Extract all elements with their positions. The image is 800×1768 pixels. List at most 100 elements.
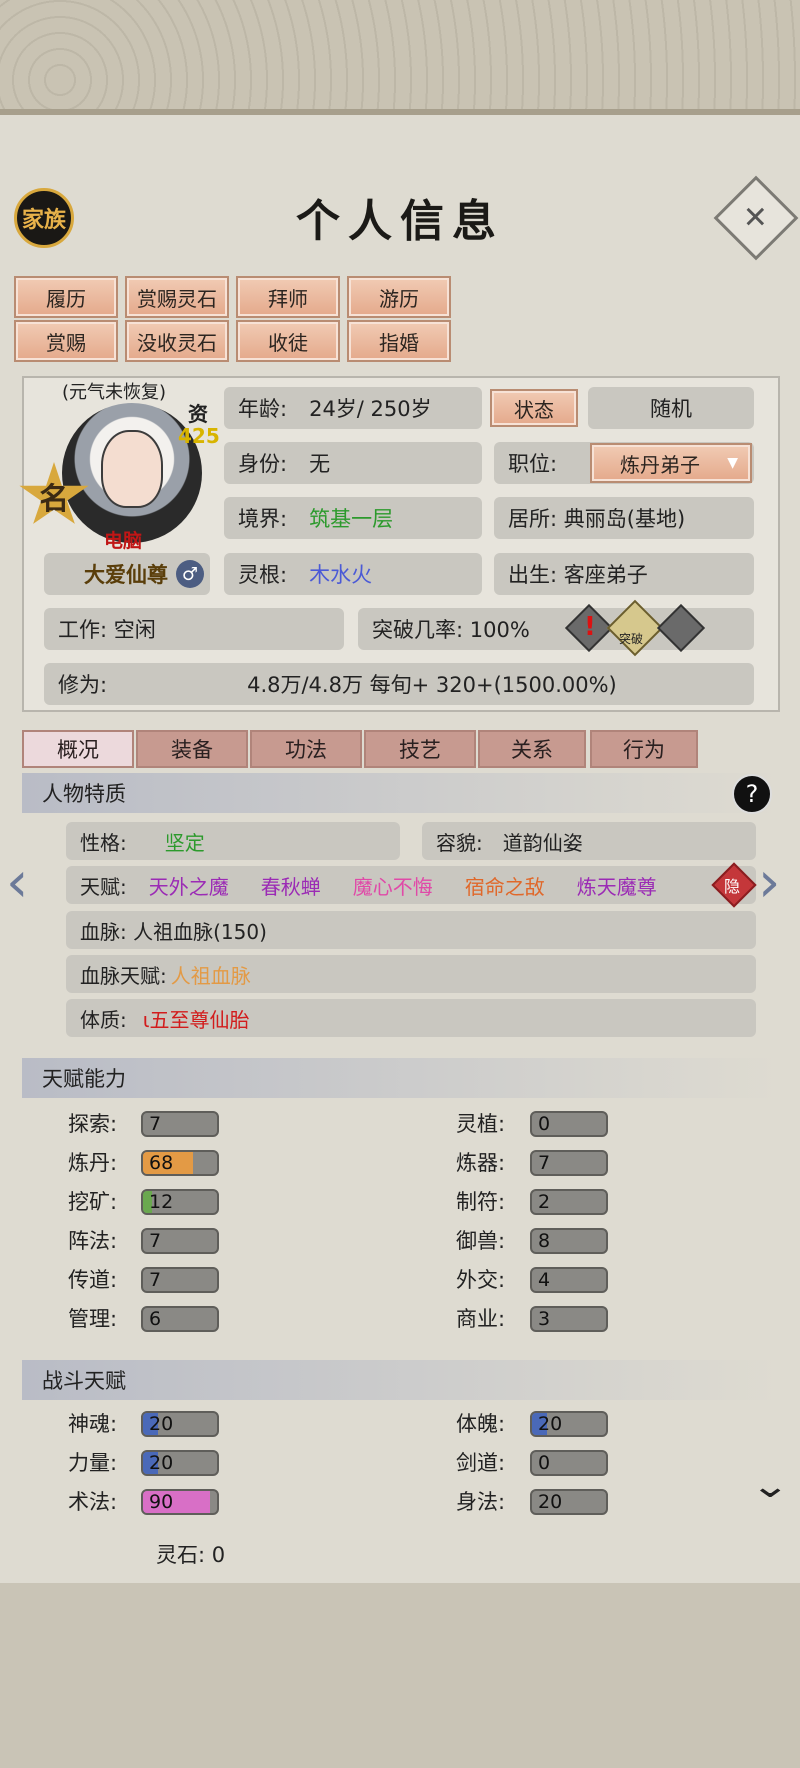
reward-button[interactable]: 赏赐 xyxy=(14,320,118,362)
bloodline-talent-value: 人祖血脉 xyxy=(170,963,251,988)
stat-bar: 4 xyxy=(530,1267,608,1293)
residence-field: 居所: 典丽岛(基地) xyxy=(494,497,754,539)
talent-item[interactable]: 宿命之敌 xyxy=(465,871,545,900)
personality-value: 坚定 xyxy=(164,830,205,855)
travel-button[interactable]: 游历 xyxy=(347,276,451,318)
stat-bar: 20 xyxy=(141,1450,219,1476)
appearance-label: 容貌: xyxy=(436,830,483,855)
resume-button[interactable]: 履历 xyxy=(14,276,118,318)
talent-item[interactable]: 春秋蝉 xyxy=(261,871,321,900)
stat-label: 灵植: xyxy=(456,1112,506,1136)
physique-value: ι五至尊仙胎 xyxy=(142,1007,250,1032)
talent-item[interactable]: 天外之魔 xyxy=(149,871,229,900)
stat-label: 炼器: xyxy=(456,1151,506,1175)
identity-field: 身份: 无 xyxy=(224,442,482,484)
root-value: 木水火 xyxy=(309,563,373,587)
stat-value: 3 xyxy=(538,1308,551,1330)
stat-label: 神魂: xyxy=(68,1412,118,1436)
stat-label: 管理: xyxy=(68,1307,118,1331)
status-button[interactable]: 状态 xyxy=(490,389,578,427)
stat-label: 阵法: xyxy=(68,1229,118,1253)
bloodline-row: 血脉: 人祖血脉(150) xyxy=(66,911,756,949)
character-name: 大爱仙尊 xyxy=(84,563,168,587)
stat-label: 挖矿: xyxy=(68,1190,118,1214)
computer-tag: 电脑 xyxy=(104,530,143,552)
stat-label: 炼丹: xyxy=(68,1151,118,1175)
root-label: 灵根: xyxy=(238,563,288,587)
prev-arrow-icon[interactable]: ‹ xyxy=(6,850,28,915)
zi-label: 资 xyxy=(188,402,208,426)
tab-overview[interactable]: 概况 xyxy=(22,730,134,768)
age-label: 年龄: xyxy=(238,397,288,421)
root-field: 灵根: 木水火 xyxy=(224,553,482,595)
stat-bar: 7 xyxy=(530,1150,608,1176)
random-button[interactable]: 随机 xyxy=(588,387,754,429)
cultivation-value: 4.8万/4.8万 每旬+ 320+(1500.00%) xyxy=(247,673,617,697)
stat-value: 7 xyxy=(538,1152,551,1174)
tab-techniques[interactable]: 功法 xyxy=(250,730,362,768)
help-icon[interactable]: ? xyxy=(732,774,772,814)
talent-row: 天赋: 天外之魔 春秋蝉 魔心不悔 宿命之敌 炼天魔尊 xyxy=(66,866,756,904)
stat-value: 20 xyxy=(538,1491,563,1513)
name-field[interactable]: 大爱仙尊 ♂ xyxy=(44,553,210,595)
stat-label: 制符: xyxy=(456,1190,506,1214)
bloodline-talent-label: 血脉天赋: xyxy=(80,963,167,988)
reward-stones-button[interactable]: 赏赐灵石 xyxy=(125,276,229,318)
cultivation-label: 修为: xyxy=(58,673,108,697)
stat-bar: 7 xyxy=(141,1267,219,1293)
stat-value: 2 xyxy=(538,1191,551,1213)
stat-value: 20 xyxy=(538,1413,563,1435)
talent-item[interactable]: 魔心不悔 xyxy=(353,871,433,900)
arrange-marriage-button[interactable]: 指婚 xyxy=(347,320,451,362)
position-label: 职位: xyxy=(508,452,558,476)
position-dropdown[interactable]: 炼丹弟子 ▼ xyxy=(590,443,752,483)
chevron-down-icon: ▼ xyxy=(727,455,738,471)
stat-value: 12 xyxy=(149,1191,174,1213)
stat-value: 0 xyxy=(538,1452,551,1474)
physique-label: 体质: xyxy=(80,1007,127,1032)
identity-value: 无 xyxy=(309,452,331,476)
stat-bar: 7 xyxy=(141,1228,219,1254)
breakthrough-icon-label: 突破 xyxy=(619,632,644,646)
appearance-row: 容貌: 道韵仙姿 xyxy=(422,822,756,860)
stat-value: 4 xyxy=(538,1269,551,1291)
zi-value: 425 xyxy=(178,424,220,448)
combat-section-title: 战斗天赋 xyxy=(22,1360,778,1400)
stat-bar: 0 xyxy=(530,1450,608,1476)
birth-field: 出生: 客座弟子 xyxy=(494,553,754,595)
stat-bar: 90 xyxy=(141,1489,219,1515)
realm-value: 筑基一层 xyxy=(309,507,394,531)
scroll-down-icon[interactable]: ⌄ xyxy=(750,1466,790,1506)
spirit-stones-text: 灵石: 0 xyxy=(156,1543,226,1567)
tab-relations[interactable]: 关系 xyxy=(478,730,586,768)
realm-field: 境界: 筑基一层 xyxy=(224,497,482,539)
bloodline-talent-row: 血脉天赋: 人祖血脉 xyxy=(66,955,756,993)
stat-bar: 20 xyxy=(530,1411,608,1437)
next-arrow-icon[interactable]: › xyxy=(758,850,780,915)
work-field: 工作: 空闲 xyxy=(44,608,344,650)
age-value: 24岁/ 250岁 xyxy=(309,397,432,421)
age-field: 年龄: 24岁/ 250岁 xyxy=(224,387,482,429)
traits-section-title: 人物特质 xyxy=(22,773,778,813)
top-decoration xyxy=(0,0,800,115)
male-icon: ♂ xyxy=(176,560,204,588)
exclamation-icon: ! xyxy=(584,612,596,642)
personality-label: 性格: xyxy=(80,830,127,855)
stat-value: 8 xyxy=(538,1230,551,1252)
hidden-badge-text: 隐 xyxy=(724,877,741,896)
talent-item[interactable]: 炼天魔尊 xyxy=(577,871,657,900)
page-title: 个人信息 xyxy=(296,196,504,247)
talent-label: 天赋: xyxy=(80,874,127,899)
stat-bar: 68 xyxy=(141,1150,219,1176)
stat-bar: 6 xyxy=(141,1306,219,1332)
take-disciple-button[interactable]: 收徒 xyxy=(236,320,340,362)
bottom-decoration xyxy=(0,1583,800,1768)
tab-equipment[interactable]: 装备 xyxy=(136,730,248,768)
position-value: 炼丹弟子 xyxy=(620,452,700,477)
tab-skills[interactable]: 技艺 xyxy=(364,730,476,768)
stat-label: 商业: xyxy=(456,1307,506,1331)
take-master-button[interactable]: 拜师 xyxy=(236,276,340,318)
status-tag: (元气未恢复) xyxy=(62,382,167,403)
tab-behavior[interactable]: 行为 xyxy=(590,730,698,768)
confiscate-stones-button[interactable]: 没收灵石 xyxy=(125,320,229,362)
